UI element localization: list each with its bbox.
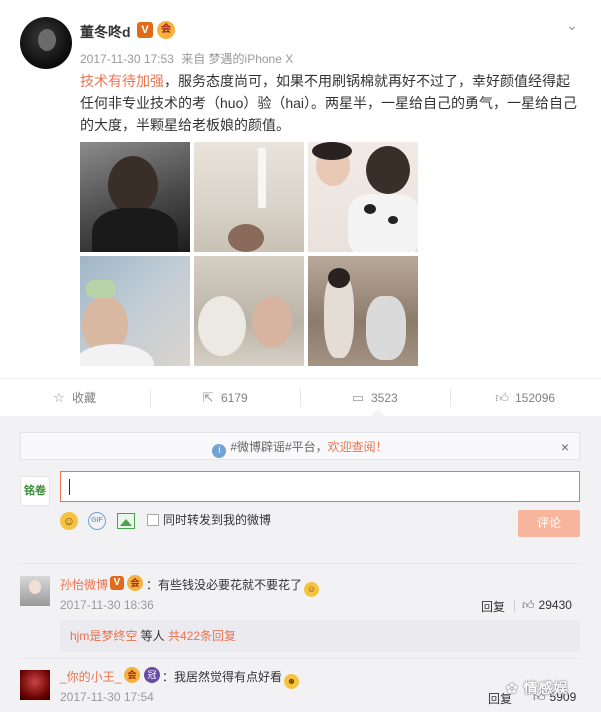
photo-arm-shape [198,296,246,356]
submit-comment-button[interactable]: 评论 [518,510,580,537]
photo-hair-clippings-shape-2 [388,216,398,224]
post-action-bar: ☆ 收藏 ⇱ 6179 ▭ 3523 👍︎ 152096 [0,378,601,417]
thumbs-up-icon: 👍︎ [522,598,535,612]
text-caret [69,479,70,495]
notice-highlight[interactable]: 欢迎查阅！ [328,440,388,454]
post-content-link[interactable]: 技术有待加强 [80,73,164,89]
author-avatar[interactable] [20,17,72,69]
avatar-silhouette [38,29,56,51]
photo-shirt-shape [92,208,178,252]
sub-replies-summary: hjm是梦终空 等人 共422条回复 [70,620,236,652]
photo-head-shape [228,224,264,252]
photo-towel-shape [86,280,116,298]
grin-emoji-icon: ☻ [284,674,300,689]
chevron-down-icon[interactable]: ⌄ [563,16,581,34]
comment-text-body: ：有些钱没必要花就不要花了 [146,578,303,592]
photo-back-of-head-shape [108,156,158,214]
star-icon: ☆ [53,390,65,405]
author-username[interactable]: 董冬咚d [80,22,131,42]
photo-cape-shape [348,194,418,252]
sub-reply-user[interactable]: hjm是梦终空 [70,629,137,643]
info-icon: i [212,444,227,458]
photo-grid [80,142,420,368]
photo-thumbnail-6[interactable] [308,256,418,366]
repost-count: 6179 [221,391,248,405]
wechat-watermark: ✿ 情感娱 [506,678,569,698]
action-divider [450,389,451,407]
emoji-picker-icon[interactable]: ☺ [60,512,78,530]
vip-member-icon[interactable]: 会 [124,667,140,683]
repost-checkbox[interactable] [147,514,159,526]
photo-stylist-hair-shape [328,268,350,288]
photo-customer-shape [366,296,406,360]
comment-divider [20,658,580,659]
post-content: 技术有待加强，服务态度尚可，如果不用刷锅棉就再好不过了，幸好颜值经得起任何非专业… [80,70,580,136]
crown-badge-icon[interactable]: 冠 [144,667,160,683]
repost-button[interactable]: ⇱ 6179 [201,379,248,417]
repost-checkbox-label[interactable]: 同时转发到我的微博 [163,512,271,528]
comment-text-body: ：我居然觉得有点好看 [162,670,283,684]
action-divider [300,389,301,407]
photo-shirt-shape-2 [80,344,154,366]
sub-reply-mid: 等人 [137,629,169,643]
verified-badge-icon: V [137,22,153,38]
post-meta: 2017-11-30 17:53 来自 梦遇的iPhone X [80,50,293,67]
photo-lamp-shape [258,148,266,208]
repost-icon: ⇱ [202,390,214,405]
action-divider [514,600,515,612]
vip-member-icon[interactable]: 会 [127,575,143,591]
photo-face-shape-2 [252,296,292,348]
comment-divider [20,563,580,564]
rumor-notice-bar: i #微博辟谣#平台，欢迎查阅！ × [20,432,580,460]
reply-button[interactable]: 回复 [481,598,505,615]
commenter-avatar[interactable] [20,576,50,606]
verified-badge-icon: V [110,576,124,590]
favorite-button[interactable]: ☆ 收藏 [52,379,96,417]
sub-replies-box[interactable]: hjm是梦终空 等人 共422条回复 [60,620,580,652]
watermark-text: 情感娱 [523,680,569,696]
commenter-name[interactable]: _你的小王_ [60,668,121,685]
gif-icon[interactable]: GIF [88,512,106,530]
vip-member-icon[interactable]: 会 [157,21,175,39]
comment-like-count: 29430 [538,598,572,612]
comment-input[interactable] [60,471,580,502]
photo-man-head-shape [366,146,410,194]
photo-thumbnail-1[interactable] [80,142,190,252]
thumbs-up-icon: 👍︎ [495,390,509,405]
comment-count: 3523 [371,391,398,405]
notice-prefix[interactable]: #微博辟谣#平台， [230,440,327,454]
smile-emoji-icon: ☺ [304,582,320,597]
like-count: 152096 [515,391,556,405]
comment-section: i #微博辟谣#平台，欢迎查阅！ × 铭卷 ☺ GIF 同时转发到我的微博 评论 … [0,416,601,712]
action-divider [150,389,151,407]
commenter-name[interactable]: 孙怡微博 [60,576,108,593]
commenter-avatar-figure [29,580,41,594]
post-source[interactable]: 来自 梦遇的iPhone X [181,52,293,66]
my-avatar[interactable]: 铭卷 [20,476,50,506]
wechat-icon: ✿ [506,680,524,696]
comment-like-button[interactable]: 👍︎ 29430 [522,598,572,613]
comment-time: 2017-11-30 17:54 [60,690,154,704]
favorite-label: 收藏 [72,391,97,405]
photo-thumbnail-3[interactable] [308,142,418,252]
image-upload-icon[interactable] [117,513,135,529]
comment-icon: ▭ [351,390,365,405]
photo-hair-clippings-shape [364,204,376,214]
commenter-avatar[interactable] [20,670,50,700]
comment-time: 2017-11-30 18:36 [60,598,154,612]
close-icon[interactable]: × [561,433,569,461]
sub-reply-count[interactable]: 共422条回复 [168,629,236,643]
comment-text: ：我居然觉得有点好看 ☻ [162,668,300,689]
notice-text: i #微博辟谣#平台，欢迎查阅！ [21,433,579,461]
comment-text: ：有些钱没必要花就不要花了 ☺ [146,576,320,597]
photo-thumbnail-5[interactable] [194,256,304,366]
photo-thumbnail-4[interactable] [80,256,190,366]
post-timestamp[interactable]: 2017-11-30 17:53 [80,52,174,66]
photo-woman-hair-shape [312,142,352,160]
like-button[interactable]: 👍︎ 152096 [495,379,555,417]
weibo-post-card: 董冬咚d V 会 ⌄ 2017-11-30 17:53 来自 梦遇的iPhone… [0,0,601,378]
photo-thumbnail-2[interactable] [194,142,304,252]
